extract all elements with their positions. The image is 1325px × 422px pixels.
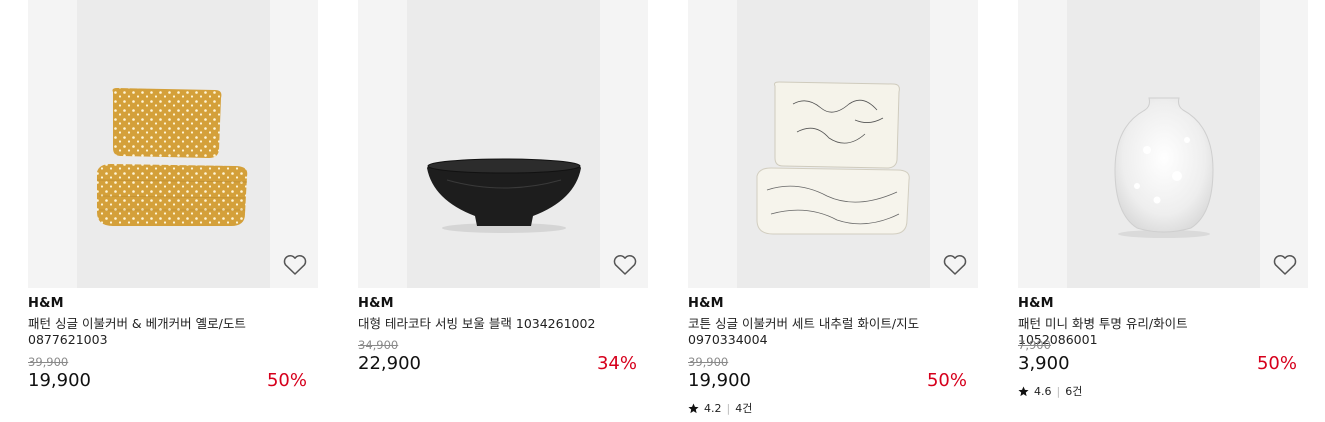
discount-rate: 50%: [926, 370, 967, 391]
heart-outline-icon[interactable]: [1272, 253, 1298, 277]
product-image[interactable]: [28, 0, 318, 288]
product-card[interactable]: H&M 패턴 미니 화병 투명 유리/화이트 1052086001 7,900 …: [1018, 0, 1308, 422]
black-bowl-image: [427, 158, 581, 233]
original-price: 39,900: [688, 355, 729, 369]
product-card[interactable]: H&M 코튼 싱글 이불커버 세트 내추럴 화이트/지도 0970334004 …: [688, 0, 978, 422]
sale-price: 19,900: [688, 370, 751, 391]
product-grid: H&M 패턴 싱글 이불커버 & 베개커버 옐로/도트 0877621003 3…: [0, 0, 1325, 422]
product-image[interactable]: [1018, 0, 1308, 288]
discount-rate: 50%: [266, 370, 307, 391]
product-title-link[interactable]: 대형 테라코타 서빙 보울 블랙 1034261002: [358, 316, 598, 332]
star-icon: [688, 402, 699, 413]
product-image[interactable]: [358, 0, 648, 288]
product-brand: H&M: [1018, 296, 1054, 311]
product-image-photo: [737, 0, 930, 288]
product-rating: 4.2 | 4건: [688, 400, 752, 416]
product-card[interactable]: H&M 대형 테라코타 서빙 보울 블랙 1034261002 34,900 2…: [358, 0, 648, 422]
map-print-bedding-image: [756, 81, 910, 235]
rating-separator: |: [726, 401, 731, 415]
star-icon: [1018, 385, 1029, 396]
product-brand: H&M: [28, 296, 64, 311]
glass-vase-image: [1114, 97, 1214, 238]
product-image[interactable]: [688, 0, 978, 288]
product-rating: 4.6 | 6건: [1018, 383, 1082, 399]
sale-price: 19,900: [28, 370, 91, 391]
product-title-link[interactable]: 코튼 싱글 이불커버 세트 내추럴 화이트/지도 0970334004: [688, 316, 928, 348]
rating-value: 4.2: [704, 401, 722, 415]
sale-price: 3,900: [1018, 353, 1070, 374]
yellow-dot-bedding-image: [96, 88, 248, 226]
product-title-link[interactable]: 패턴 싱글 이불커버 & 베개커버 옐로/도트 0877621003: [28, 316, 268, 348]
original-price: 34,900: [358, 338, 399, 352]
heart-outline-icon[interactable]: [942, 253, 968, 277]
original-price: 39,900: [28, 355, 69, 369]
product-brand: H&M: [358, 296, 394, 311]
original-price: 7,900: [1018, 338, 1051, 352]
product-title-link[interactable]: 패턴 미니 화병 투명 유리/화이트 1052086001: [1018, 316, 1258, 348]
rating-value: 4.6: [1034, 384, 1052, 398]
heart-outline-icon[interactable]: [282, 253, 308, 277]
review-count: 6건: [1065, 385, 1083, 398]
product-image-photo: [407, 0, 600, 288]
product-image-photo: [1067, 0, 1260, 288]
heart-outline-icon[interactable]: [612, 253, 638, 277]
discount-rate: 34%: [596, 353, 637, 374]
product-card[interactable]: H&M 패턴 싱글 이불커버 & 베개커버 옐로/도트 0877621003 3…: [28, 0, 318, 422]
product-image-photo: [77, 0, 270, 288]
discount-rate: 50%: [1256, 353, 1297, 374]
review-count: 4건: [735, 402, 753, 415]
product-brand: H&M: [688, 296, 724, 311]
sale-price: 22,900: [358, 353, 421, 374]
rating-separator: |: [1056, 384, 1061, 398]
